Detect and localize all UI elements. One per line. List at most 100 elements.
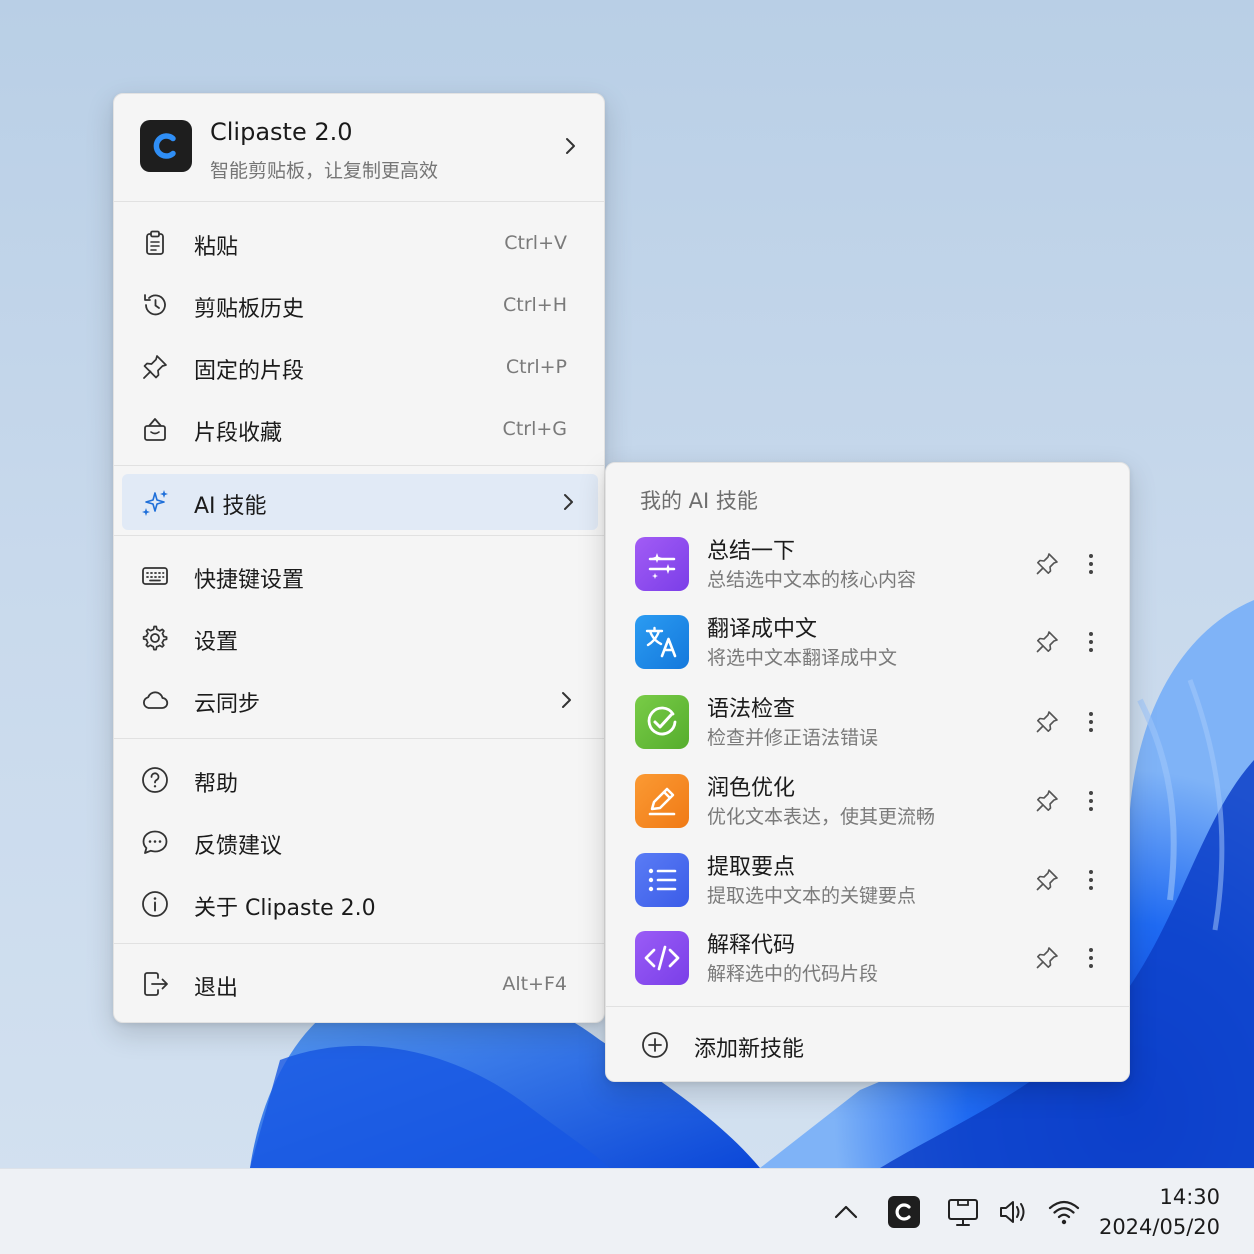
shortcut-text: Ctrl+G — [502, 418, 567, 440]
keyboard-icon — [140, 561, 170, 591]
skill-description: 提取选中文本的关键要点 — [707, 885, 917, 907]
menu-item-shortcut-settings[interactable]: 快捷键设置 — [114, 548, 604, 604]
pin-icon — [140, 352, 170, 382]
menu-item-label: 剪贴板历史 — [194, 297, 305, 322]
shortcut-text: Alt+F4 — [502, 973, 567, 995]
menu-item-exit[interactable]: 退出 Alt+F4 — [114, 956, 604, 1012]
monitor-icon[interactable] — [946, 1195, 980, 1229]
list-icon — [635, 853, 689, 907]
menu-item-label: 设置 — [194, 630, 239, 655]
more-options-icon[interactable] — [1080, 709, 1102, 735]
menu-item-feedback[interactable]: 反馈建议 — [114, 814, 604, 870]
app-name: Clipaste 2.0 — [210, 118, 353, 146]
skill-name: 提取要点 — [707, 855, 796, 880]
ai-skills-submenu: 我的 AI 技能 总结一下 总结选中文本的核心内容 翻译成中文 将选中文本翻译成… — [605, 462, 1130, 1082]
skill-item-translate[interactable]: 翻译成中文 将选中文本翻译成中文 — [606, 609, 1129, 687]
more-options-icon[interactable] — [1080, 551, 1102, 577]
menu-item-label: 退出 — [194, 976, 239, 1001]
shortcut-text: Ctrl+P — [505, 356, 567, 378]
skill-item-polish[interactable]: 润色优化 优化文本表达，使其更流畅 — [606, 768, 1129, 846]
help-icon — [140, 765, 170, 795]
chat-icon — [140, 827, 170, 857]
menu-item-pinned-snippets[interactable]: 固定的片段 Ctrl+P — [114, 339, 604, 395]
shortcut-text: Ctrl+V — [504, 232, 567, 254]
more-options-icon[interactable] — [1080, 945, 1102, 971]
menu-item-help[interactable]: 帮助 — [114, 752, 604, 808]
info-icon — [140, 889, 170, 919]
menu-item-paste[interactable]: 粘贴 Ctrl+V — [114, 215, 604, 271]
skill-item-summarize[interactable]: 总结一下 总结选中文本的核心内容 — [606, 531, 1129, 609]
chevron-up-icon[interactable] — [829, 1195, 863, 1229]
menu-item-snippet-favorites[interactable]: 片段收藏 Ctrl+G — [114, 401, 604, 457]
add-circle-icon — [640, 1030, 670, 1060]
pin-icon[interactable] — [1034, 551, 1060, 577]
skill-description: 将选中文本翻译成中文 — [707, 647, 898, 669]
divider — [114, 465, 604, 466]
more-options-icon[interactable] — [1080, 867, 1102, 893]
bag-icon — [140, 414, 170, 444]
history-icon — [140, 290, 170, 320]
skill-name: 润色优化 — [707, 776, 796, 801]
divider — [114, 943, 604, 944]
skill-name: 总结一下 — [707, 539, 796, 564]
menu-item-clipboard-history[interactable]: 剪贴板历史 Ctrl+H — [114, 277, 604, 333]
pin-icon[interactable] — [1034, 788, 1060, 814]
skill-item-key-points[interactable]: 提取要点 提取选中文本的关键要点 — [606, 847, 1129, 925]
clock-time[interactable]: 14:30 — [1159, 1185, 1220, 1209]
code-icon — [635, 931, 689, 985]
sparkle-icon — [140, 487, 170, 517]
exit-icon — [140, 969, 170, 999]
menu-item-label: AI 技能 — [194, 494, 267, 519]
shortcut-text: Ctrl+H — [502, 294, 567, 316]
divider — [114, 201, 604, 202]
pin-icon[interactable] — [1034, 629, 1060, 655]
skill-name: 解释代码 — [707, 933, 796, 958]
skill-description: 总结选中文本的核心内容 — [707, 569, 917, 591]
clipaste-tray-icon[interactable] — [887, 1195, 921, 1229]
skill-item-explain-code[interactable]: 解释代码 解释选中的代码片段 — [606, 925, 1129, 1003]
summarize-icon — [635, 537, 689, 591]
cloud-icon — [140, 685, 170, 715]
clock-date[interactable]: 2024/05/20 — [1099, 1215, 1220, 1239]
chevron-right-icon — [566, 138, 575, 154]
add-skill-label: 添加新技能 — [694, 1037, 805, 1062]
skill-item-grammar-check[interactable]: 语法检查 检查并修正语法错误 — [606, 689, 1129, 767]
skill-name: 语法检查 — [707, 697, 796, 722]
pin-icon[interactable] — [1034, 945, 1060, 971]
clipaste-logo-icon — [140, 120, 192, 172]
menu-item-label: 粘贴 — [194, 235, 239, 260]
more-options-icon[interactable] — [1080, 629, 1102, 655]
divider — [114, 738, 604, 739]
check-icon — [635, 695, 689, 749]
submenu-title: 我的 AI 技能 — [640, 489, 758, 513]
app-tagline: 智能剪贴板，让复制更高效 — [210, 160, 439, 182]
menu-item-label: 云同步 — [194, 692, 261, 717]
pin-icon[interactable] — [1034, 867, 1060, 893]
menu-item-ai-skills[interactable]: AI 技能 — [122, 474, 598, 530]
taskbar: 14:30 2024/05/20 — [0, 1168, 1254, 1254]
volume-icon[interactable] — [997, 1195, 1031, 1229]
menu-item-settings[interactable]: 设置 — [114, 610, 604, 666]
menu-item-about[interactable]: 关于 Clipaste 2.0 — [114, 876, 604, 932]
translate-icon — [635, 615, 689, 669]
skill-description: 检查并修正语法错误 — [707, 727, 879, 749]
more-options-icon[interactable] — [1080, 788, 1102, 814]
divider — [114, 535, 604, 536]
add-skill-button[interactable]: 添加新技能 — [606, 1008, 1129, 1078]
clipboard-icon — [140, 228, 170, 258]
chevron-right-icon — [562, 692, 571, 708]
skill-name: 翻译成中文 — [707, 617, 818, 642]
pen-icon — [635, 774, 689, 828]
context-menu: Clipaste 2.0 智能剪贴板，让复制更高效 粘贴 Ctrl+V 剪贴板历… — [113, 93, 605, 1023]
menu-item-label: 反馈建议 — [194, 834, 283, 859]
menu-item-label: 帮助 — [194, 772, 239, 797]
menu-item-label: 片段收藏 — [194, 421, 283, 446]
divider — [606, 1006, 1129, 1007]
app-header[interactable]: Clipaste 2.0 智能剪贴板，让复制更高效 — [114, 94, 604, 201]
skill-description: 解释选中的代码片段 — [707, 963, 879, 985]
gear-icon — [140, 623, 170, 653]
pin-icon[interactable] — [1034, 709, 1060, 735]
wifi-icon[interactable] — [1047, 1195, 1081, 1229]
menu-item-cloud-sync[interactable]: 云同步 — [114, 672, 604, 728]
menu-item-label: 关于 Clipaste 2.0 — [194, 896, 376, 921]
